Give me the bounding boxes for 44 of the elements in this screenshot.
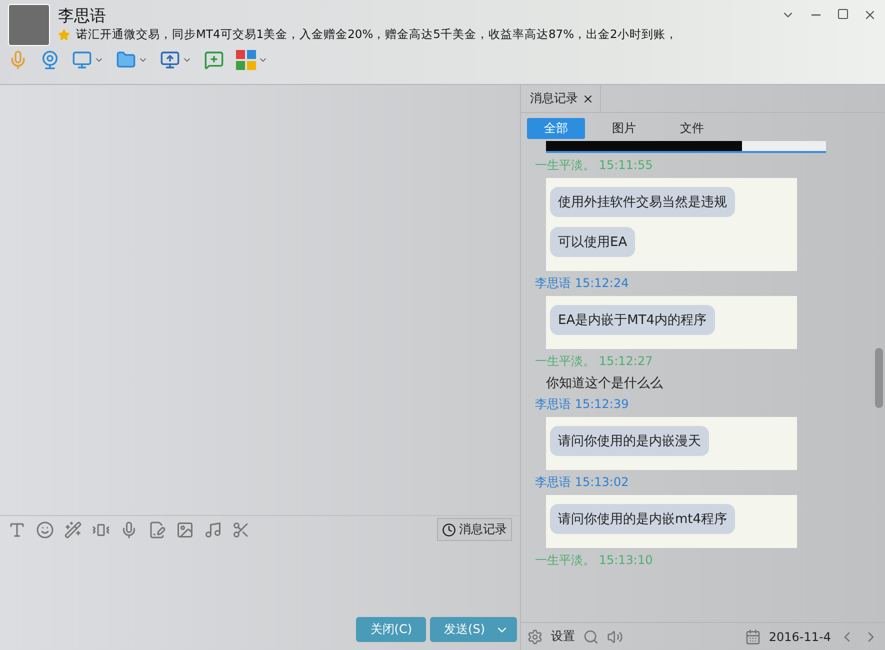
image-icon[interactable] (176, 520, 194, 538)
contact-signature: 诺汇开通微交易，同步MT4可交易1美金，入金赠金20%，赠金高达5千美金，收益率高达87%，出金2小时到账， (76, 27, 678, 42)
date-label: 2016-11-4 (768, 630, 831, 644)
close-icon[interactable] (863, 8, 877, 22)
webcam-icon[interactable] (40, 50, 60, 70)
settings-icon[interactable] (527, 628, 543, 644)
music-icon[interactable] (204, 520, 222, 538)
message-header: 李思语 15:12:24 (535, 275, 630, 292)
close-icon[interactable] (582, 92, 594, 104)
file-transfer-button[interactable] (116, 50, 148, 70)
message-header: 李思语 15:12:39 (535, 396, 630, 413)
maximize-icon[interactable] (837, 8, 849, 20)
star-icon (58, 28, 70, 40)
emoji-icon[interactable] (36, 520, 54, 538)
history-button[interactable]: 消息记录 (437, 518, 512, 541)
message-bubble: 可以使用EA (550, 227, 636, 257)
edit-icon[interactable] (148, 520, 166, 538)
message-header: 李思语 15:13:02 (535, 474, 630, 491)
magic-wand-icon[interactable] (64, 520, 82, 538)
message-bubble: 请问你使用的是内嵌漫天 (550, 426, 709, 456)
message-bubble: EA是内嵌于MT4内的程序 (550, 305, 715, 335)
avatar (8, 4, 50, 46)
message-header: 一生平淡。 15:13:10 (535, 552, 654, 569)
scissors-icon[interactable] (232, 520, 250, 538)
filter-tab[interactable]: 图片 (595, 118, 653, 139)
new-chat-icon[interactable] (204, 50, 224, 70)
message-bubble: 请问你使用的是内嵌mt4程序 (550, 504, 736, 534)
filter-tab[interactable]: 文件 (663, 118, 721, 139)
message-header: 一生平淡。 15:11:55 (535, 157, 654, 174)
volume-icon[interactable] (607, 628, 623, 644)
search-icon[interactable] (583, 628, 599, 644)
remote-desktop-button[interactable] (160, 50, 192, 70)
contact-name: 李思语 (58, 6, 107, 27)
settings-label[interactable]: 设置 (551, 628, 575, 645)
calendar-icon[interactable] (744, 628, 761, 644)
clock-icon (442, 522, 456, 536)
screen-share-button[interactable] (72, 50, 104, 70)
font-icon[interactable] (8, 520, 26, 538)
message-text: 你知道这个是什么么 (546, 375, 664, 392)
message-bubble: 使用外挂软件交易当然是违规 (550, 187, 735, 217)
microphone-icon[interactable] (120, 520, 138, 538)
message-header: 一生平淡。 15:12:27 (535, 353, 654, 370)
history-tab[interactable]: 消息记录 (521, 85, 601, 112)
apps-button[interactable] (236, 50, 268, 70)
